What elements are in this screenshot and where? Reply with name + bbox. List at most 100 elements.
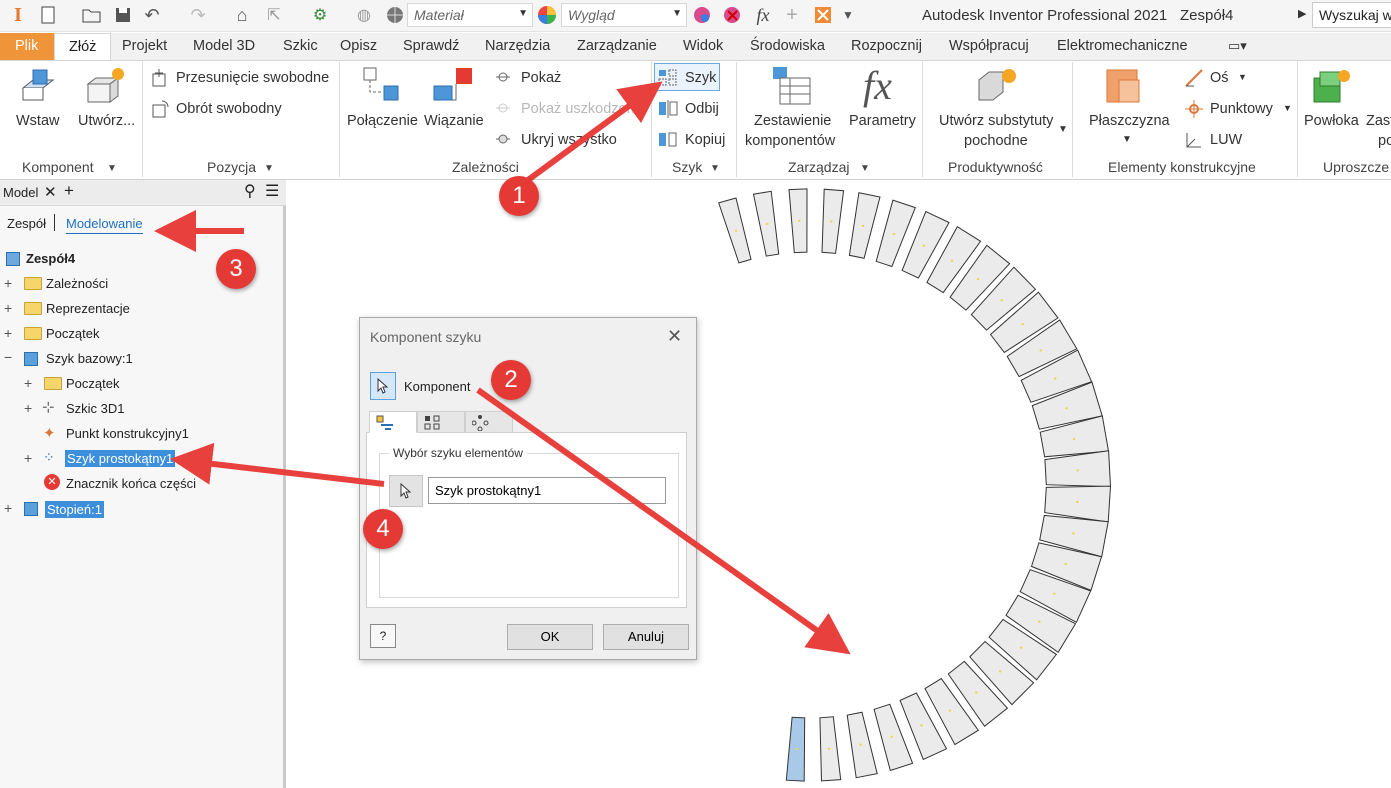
tab-elektromechaniczne[interactable]: Elektromechaniczne — [1057, 38, 1188, 54]
mirror-icon[interactable] — [658, 99, 678, 122]
tree-item-szyk-prostokatny[interactable]: Szyk prostokątny1 — [65, 450, 176, 467]
plus-icon[interactable]: + — [780, 4, 804, 26]
expand-icon[interactable]: + — [4, 500, 12, 516]
create-component-icon[interactable] — [84, 66, 128, 109]
search-icon[interactable]: ⚲ — [244, 181, 256, 201]
component-select-button[interactable] — [370, 372, 396, 400]
plus-icon[interactable]: + — [64, 181, 74, 201]
stair-step[interactable] — [821, 188, 845, 254]
stair-step[interactable] — [788, 188, 808, 254]
fx-parameters-icon[interactable]: fx — [863, 62, 892, 109]
ribbon-display-toggle-icon[interactable]: ▭▾ — [1228, 38, 1247, 54]
close-icon[interactable]: ✕ — [44, 183, 57, 201]
zast-label-1[interactable]: Zast — [1366, 113, 1391, 129]
expand-icon[interactable]: + — [24, 450, 32, 466]
help-icon[interactable]: ? — [370, 624, 396, 648]
substytuty-label-1[interactable]: Utwórz substytuty — [939, 113, 1053, 129]
group-produktywnosc[interactable]: Produktywność — [948, 159, 1043, 175]
expand-icon[interactable]: + — [4, 300, 12, 316]
tab-rectangular[interactable] — [417, 411, 465, 433]
chevron-down-icon[interactable]: ▼ — [1058, 124, 1068, 135]
os-label[interactable]: Oś — [1210, 70, 1229, 86]
utworz-label[interactable]: Utwórz... — [78, 113, 135, 129]
stair-step[interactable] — [819, 716, 842, 782]
group-szyk[interactable]: Szyk — [672, 159, 702, 175]
substytuty-label-2[interactable]: pochodne — [964, 133, 1028, 149]
chevron-down-icon[interactable]: ▼ — [1238, 72, 1247, 82]
tab-srodowiska[interactable]: Środowiska — [750, 38, 825, 54]
pokaz-label[interactable]: Pokaż — [521, 70, 561, 86]
constrain-icon[interactable] — [432, 66, 474, 109]
selected-stair-step[interactable] — [785, 716, 806, 782]
tree-item-reprezentacje[interactable]: Reprezentacje — [46, 301, 130, 316]
feature-pattern-field[interactable] — [428, 477, 666, 504]
zestawienie-label-1[interactable]: Zestawienie — [754, 113, 831, 129]
home-icon[interactable]: ⌂ — [230, 4, 254, 26]
tab-wspolpracuj[interactable]: Współpracuj — [949, 38, 1029, 54]
group-komponent[interactable]: Komponent — [22, 159, 94, 175]
plaszczyzna-label[interactable]: Płaszczyzna — [1089, 113, 1170, 129]
tab-model-3d[interactable]: Model 3D — [193, 38, 255, 54]
ucs-icon[interactable] — [1184, 130, 1204, 153]
tab-narzedzia[interactable]: Narzędzia — [485, 38, 550, 54]
undo-icon[interactable]: ↶ — [140, 4, 164, 26]
zestawienie-label-2[interactable]: komponentów — [745, 133, 835, 149]
tab-zloz[interactable]: Złóż — [54, 33, 111, 61]
punktowy-label[interactable]: Punktowy — [1210, 101, 1273, 117]
material-ball-icon[interactable] — [383, 4, 407, 26]
chevron-down-icon[interactable]: ▼ — [1122, 134, 1132, 145]
pattern-icon[interactable] — [658, 68, 678, 91]
tree-item-punkt-konstrukcyjny[interactable]: Punkt konstrukcyjny1 — [66, 426, 189, 441]
view-modelowanie[interactable]: Modelowanie — [66, 216, 143, 234]
polaczenie-label[interactable]: Połączenie — [347, 113, 418, 129]
tree-item-szkic-3d[interactable]: Szkic 3D1 — [66, 401, 125, 416]
ok-button[interactable]: OK — [507, 624, 593, 650]
tree-item-zaleznosci[interactable]: Zależności — [46, 276, 108, 291]
expand-icon[interactable]: + — [24, 400, 32, 416]
tab-associative[interactable] — [369, 411, 417, 433]
update-icon[interactable]: ⚙ — [308, 4, 332, 26]
work-axis-icon[interactable] — [1184, 68, 1204, 91]
work-plane-icon[interactable] — [1105, 66, 1149, 109]
fx-parameters-icon[interactable]: fx — [751, 4, 775, 26]
close-icon[interactable]: ✕ — [667, 326, 682, 347]
tree-item-znacznik-konca[interactable]: Znacznik końca części — [66, 476, 196, 491]
ilogic-icon[interactable] — [811, 4, 835, 26]
joint-icon[interactable] — [362, 66, 402, 109]
work-point-icon[interactable] — [1184, 99, 1204, 122]
tree-root[interactable]: Zespół4 — [26, 251, 75, 266]
collapse-icon[interactable]: − — [4, 349, 12, 365]
expand-icon[interactable]: + — [4, 275, 12, 291]
copy-icon[interactable] — [658, 130, 678, 153]
clear-appearance-icon[interactable] — [720, 4, 744, 26]
tree-item-poczatek-sub[interactable]: Początek — [66, 376, 119, 391]
stair-step[interactable] — [752, 190, 780, 257]
tree-item-stopien[interactable]: Stopień:1 — [45, 501, 104, 518]
tab-rozpocznij[interactable]: Rozpocznij — [851, 38, 922, 54]
tab-zarzadzanie[interactable]: Zarządzanie — [577, 38, 657, 54]
obrot-label[interactable]: Obrót swobodny — [176, 101, 282, 117]
menu-icon[interactable]: ☰ — [265, 181, 279, 201]
tab-szkic[interactable]: Szkic — [283, 38, 318, 54]
feature-pattern-select-button[interactable] — [389, 475, 423, 507]
insert-component-icon[interactable] — [17, 66, 61, 109]
wstaw-label[interactable]: Wstaw — [16, 113, 60, 129]
expand-icon[interactable]: + — [24, 375, 32, 391]
free-move-icon[interactable] — [150, 68, 170, 91]
group-uproszczenie[interactable]: Uproszcze — [1323, 159, 1389, 175]
derived-substitute-icon[interactable] — [975, 66, 1019, 109]
color-wheel-icon[interactable] — [535, 4, 559, 26]
material-select[interactable]: Materiał ▼ — [407, 3, 533, 27]
chevron-down-icon[interactable]: ▼ — [107, 163, 117, 174]
tab-widok[interactable]: Widok — [683, 38, 723, 54]
tab-opisz[interactable]: Opisz — [340, 38, 377, 54]
group-zarzadzaj[interactable]: Zarządzaj — [788, 159, 849, 175]
shrinkwrap-icon[interactable] — [1310, 66, 1354, 109]
parametry-label[interactable]: Parametry — [849, 113, 916, 129]
group-pozycja[interactable]: Pozycja — [207, 159, 256, 175]
hide-all-icon[interactable] — [494, 130, 512, 151]
view-zespol[interactable]: Zespół — [7, 216, 46, 231]
browser-tab-model[interactable]: Model — [3, 185, 38, 200]
save-icon[interactable] — [111, 4, 135, 26]
zast-label-2[interactable]: po — [1378, 133, 1391, 149]
